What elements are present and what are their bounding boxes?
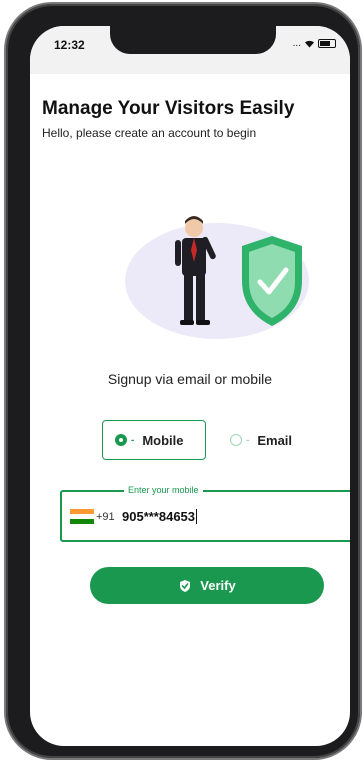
- signup-prompt: Signup via email or mobile: [107, 371, 273, 387]
- battery-icon: [318, 39, 336, 48]
- verify-button-label: Verify: [200, 578, 236, 593]
- mobile-input[interactable]: 905***84653: [122, 509, 198, 524]
- status-time: 12:32: [54, 38, 85, 52]
- status-bar: 12:32 ...: [30, 26, 350, 74]
- dash-icon: -: [246, 434, 250, 446]
- page-title: Manage Your Visitors Easily: [42, 98, 295, 119]
- email-option[interactable]: - Email: [218, 420, 314, 460]
- businessman-shield-illustration: [125, 216, 309, 339]
- app-screen: 12:32 ... Manage Your Visitors Easily He…: [30, 26, 350, 746]
- shield-check-icon: [180, 579, 191, 592]
- country-code[interactable]: +91: [96, 511, 115, 523]
- mobile-option[interactable]: - Mobile: [102, 420, 206, 460]
- phone-frame: 12:32 ... Manage Your Visitors Easily He…: [6, 4, 360, 758]
- signal-icon: ...: [292, 38, 301, 49]
- dash-icon: -: [131, 434, 135, 446]
- mobile-field-label: Enter your mobile: [124, 485, 203, 495]
- wifi-icon: [305, 40, 314, 48]
- verify-button[interactable]: Verify: [90, 567, 324, 604]
- email-option-label: Email: [257, 432, 293, 448]
- page-subtitle: Hello, please create an account to begin: [42, 126, 257, 140]
- mobile-option-label: Mobile: [142, 432, 184, 448]
- india-flag-icon: [70, 509, 94, 524]
- status-icons: ...: [293, 38, 336, 49]
- radio-selected-icon: [115, 434, 127, 446]
- notch: [110, 26, 276, 54]
- radio-unselected-icon: [230, 434, 242, 446]
- mobile-field[interactable]: Enter your mobile +91 905***84653: [60, 485, 350, 542]
